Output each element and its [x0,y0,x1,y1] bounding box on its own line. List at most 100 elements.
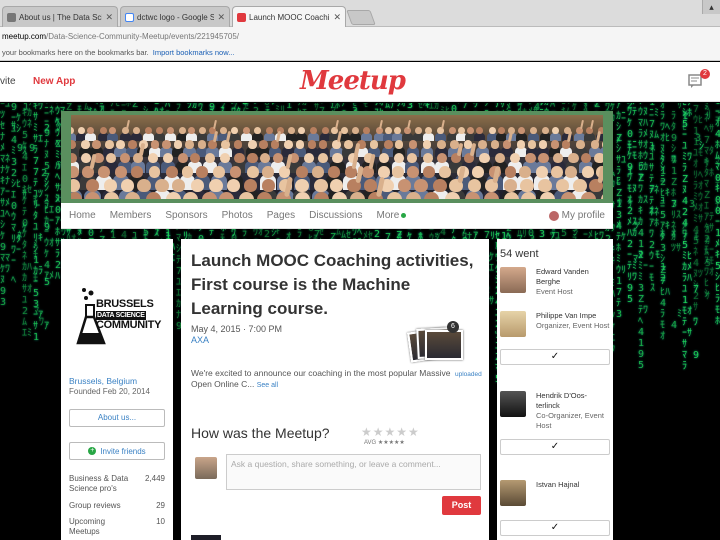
crowd-face [196,166,208,178]
crowd-face [519,166,531,178]
profile-avatar-icon [548,210,559,221]
group-logo[interactable]: BRUSSELS DATA SCIENCE COMMUNITY [76,259,161,349]
attendee-info: Philippe Van Impe Organizer, Event Host [536,311,610,331]
raised-hand [125,119,131,130]
check-icon[interactable]: ✓ [500,349,610,365]
stat-row-reviews[interactable]: Group reviews 29 [69,501,165,511]
about-us-button[interactable]: About us... [69,409,165,427]
import-bookmarks-link[interactable]: Import bookmarks now... [153,48,235,57]
see-all-link[interactable]: See all [257,382,278,389]
group-city-link[interactable]: Brussels, Belgium [69,376,137,386]
address-bar[interactable]: meetup.com/Data-Science-Community-Meetup… [0,27,720,45]
crowd-face [594,153,603,164]
check-icon[interactable]: ✓ [500,520,610,536]
event-photos[interactable]: 6 [407,321,469,368]
crowd-face [550,166,563,178]
crowd-face [422,140,432,149]
crowd-face [503,179,518,193]
check-icon[interactable]: ✓ [500,439,610,455]
crowd-face [483,192,499,199]
crowd-face [436,140,446,149]
average-rating: AVG ★★★★★ [364,440,405,446]
crowd-face [165,166,178,178]
raised-hand [334,119,340,130]
new-app-link[interactable]: New App [33,76,75,87]
crowd-face [119,153,130,164]
close-tab-icon[interactable]: ✕ [333,12,341,23]
notification-count-badge: 2 [700,69,710,79]
crowd-face [254,127,261,134]
status-dot-icon [401,213,407,218]
tab-launch-mooc[interactable]: Launch MOOC Coaching ✕ [232,6,346,28]
event-venue-link[interactable]: AXA [191,335,209,345]
crowd-face [98,166,111,178]
event-description-text: We're excited to announce our coaching i… [191,368,451,389]
attendee-count[interactable]: 54 went [500,248,539,260]
window-user-icon[interactable]: ▴ [702,0,720,14]
tab-google-search[interactable]: dctwc logo - Google Se ✕ [120,6,230,27]
rating-stars[interactable]: ★★★★★ [361,425,420,439]
crowd-face [185,140,194,149]
crowd-face [444,192,460,199]
crowd-face [602,140,603,149]
event-title: Launch MOOC Coaching activities, First c… [191,251,474,318]
nav-members[interactable]: Members [110,210,152,221]
group-founded-date: Founded Feb 20, 2014 [69,387,150,396]
nav-more-label: More [376,210,400,221]
meetup-logo[interactable]: Meetup [300,66,406,96]
stat-row-upcoming[interactable]: Upcoming Meetups 10 [69,517,165,537]
notification-icon[interactable]: 2 [688,69,710,92]
crowd-face [103,179,118,193]
nav-sponsors[interactable]: Sponsors [165,210,207,221]
matrix-glyph-column: 91ﾆﾐ7ﾇﾑﾕﾕ ﾐ ｰｻ ｼﾃ ﾆﾃﾈﾃ ﾕﾈﾈｱﾎﾜ ﾎ ｵ2ｳｰ 1ﾓ … [649,103,677,284]
attendee-role: Event Host [536,287,573,296]
post-button[interactable]: Post [442,496,481,515]
crowd-face [393,153,404,164]
crowd-face [560,192,576,199]
my-profile-link[interactable]: My profile [548,210,605,221]
crowd-face [171,179,186,193]
meetup-favicon-icon [237,13,246,22]
crowd-face [213,166,225,178]
crowd-face [219,127,227,134]
nav-pages[interactable]: Pages [267,210,295,221]
crowd-face [181,166,194,178]
next-comment-thumb [191,535,221,540]
crowd-face [178,127,186,134]
tab-label: Launch MOOC Coaching [249,13,331,22]
raised-hand [579,119,585,130]
crowd-face [536,166,549,178]
close-tab-icon[interactable]: ✕ [105,12,113,23]
new-tab-button[interactable] [346,10,376,25]
tab-label: dctwc logo - Google Se [137,12,215,22]
stat-label: Upcoming Meetups [69,517,106,536]
nav-photos[interactable]: Photos [222,210,253,221]
crowd-face [423,166,435,178]
nav-discussions[interactable]: Discussions [309,210,362,221]
crowd-face [384,140,393,149]
crowd-face [297,127,305,134]
crowd-face [80,153,92,164]
crowd-face [344,140,353,149]
crowd-face [204,153,215,164]
crowd-face [504,166,517,178]
avatar [500,311,526,337]
stat-row-members[interactable]: Business & Data Science pro's 2,449 [69,474,165,494]
invite-link[interactable]: vite [0,76,16,87]
event-main: Launch MOOC Coaching activities, First c… [181,239,489,540]
photo-count-badge: 6 [447,321,459,333]
tab-about-us[interactable]: About us | The Data Scie ✕ [2,6,118,27]
nav-home[interactable]: Home [69,210,96,221]
nav-more[interactable]: More [376,210,407,221]
matrix-glyph-column: 47 ﾍｳﾋ11ﾕﾓｵ ﾜﾘﾍﾗｵﾐｳﾒｵﾐｻ4 ﾕ5 ｶﾈ ﾑ4 5ﾇﾂｼ2 … [693,103,712,313]
comment-input[interactable]: Ask a question, share something, or leav… [226,454,481,490]
crowd-face [321,127,329,134]
crowd-face [188,127,196,134]
close-tab-icon[interactable]: ✕ [217,12,225,23]
invite-friends-button[interactable]: + Invite friends [69,442,165,460]
attendee-role: Organizer, Event Host [536,321,610,330]
crowd-face [568,153,579,164]
crowd-face [295,179,309,193]
crowd-face [173,140,183,149]
crowd-face [247,166,260,178]
